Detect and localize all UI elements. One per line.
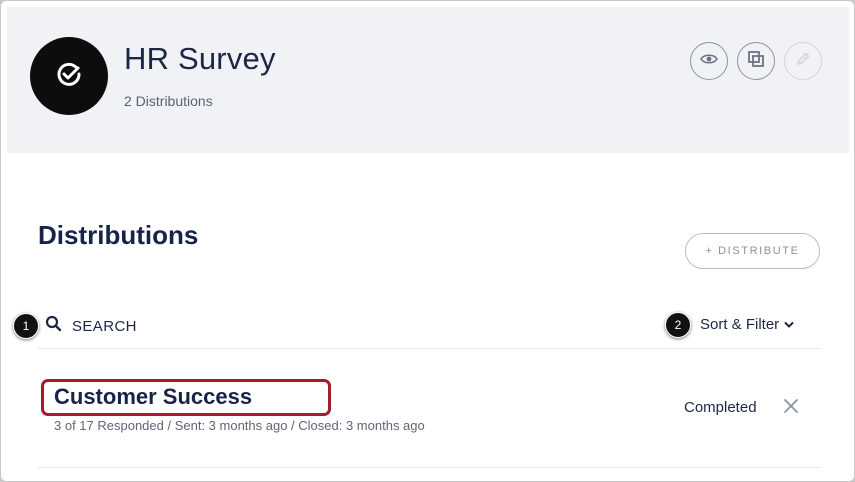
preview-button[interactable] (690, 42, 728, 80)
list-divider (38, 348, 820, 349)
edit-button[interactable] (784, 42, 822, 80)
callout-badge-1: 1 (13, 313, 39, 339)
app-window: HR Survey 2 Distributions Distributions … (1, 1, 854, 481)
distribute-button[interactable]: + DISTRIBUTE (685, 233, 820, 269)
sort-filter-label: Sort & Filter (700, 316, 780, 333)
chevron-down-icon (784, 316, 794, 333)
survey-header (7, 7, 849, 153)
survey-avatar (30, 37, 108, 115)
eye-icon (700, 52, 718, 70)
list-divider (38, 467, 820, 468)
remove-distribution-button[interactable] (782, 398, 800, 419)
distribution-count: 2 Distributions (124, 93, 213, 109)
search-field[interactable]: SEARCH (45, 315, 137, 337)
callout-badge-2: 2 (665, 312, 691, 338)
distribution-meta: 3 of 17 Responded / Sent: 3 months ago /… (54, 418, 425, 433)
status-label: Completed (684, 399, 757, 416)
search-label: SEARCH (72, 317, 137, 335)
pencil-icon (795, 51, 811, 72)
distribution-name-link[interactable]: Customer Success (54, 384, 252, 410)
section-title: Distributions (38, 220, 199, 250)
survey-title: HR Survey (124, 41, 276, 76)
sort-filter-dropdown[interactable]: Sort & Filter (700, 316, 794, 333)
check-circle-icon (54, 59, 84, 94)
close-icon (783, 398, 799, 419)
search-icon (45, 315, 62, 337)
copy-button[interactable] (737, 42, 775, 80)
copy-icon (747, 50, 765, 73)
